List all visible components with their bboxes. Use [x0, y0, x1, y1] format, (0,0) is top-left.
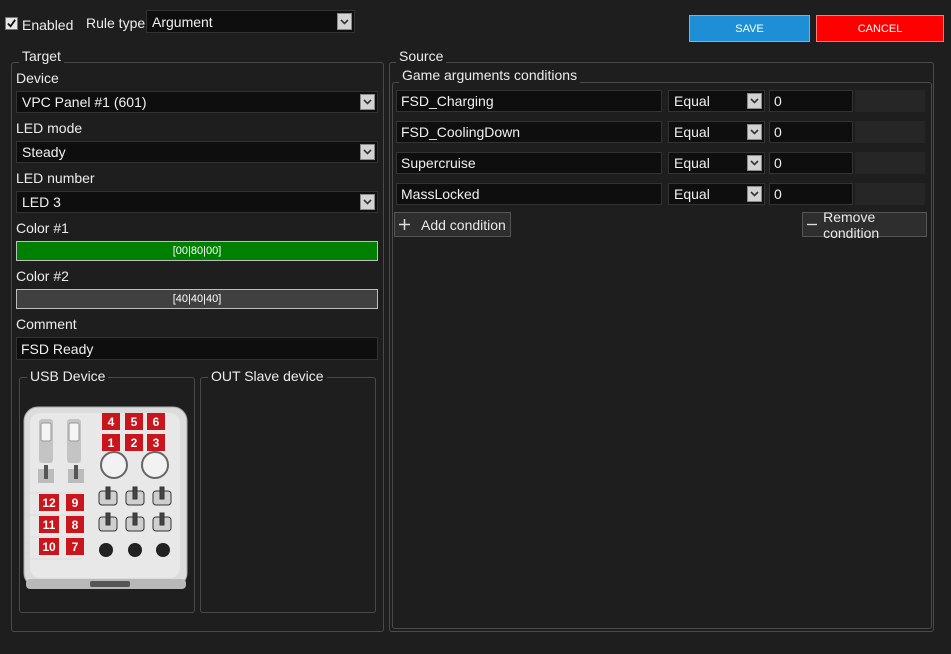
- panel-key-11: 11: [39, 516, 59, 533]
- color1-label: Color #1: [16, 220, 69, 236]
- condition-operator-select[interactable]: Equal: [668, 90, 765, 112]
- add-condition-button[interactable]: Add condition: [394, 212, 511, 237]
- panel-key-8: 8: [66, 516, 84, 533]
- panel-key-1: 1: [102, 434, 120, 451]
- remove-condition-label: Remove condition: [823, 208, 880, 241]
- led-mode-label: LED mode: [16, 120, 83, 136]
- minus-icon: [807, 223, 818, 226]
- condition-operator-select[interactable]: Equal: [668, 121, 765, 143]
- comment-label: Comment: [16, 316, 77, 332]
- chevron-down-icon: [747, 186, 762, 202]
- chevron-down-icon: [747, 155, 762, 171]
- color2-label: Color #2: [16, 268, 69, 284]
- panel-key-7: 7: [66, 538, 84, 555]
- color1-picker[interactable]: [00|80|00]: [16, 241, 378, 261]
- panel-key-2: 2: [125, 434, 143, 451]
- panel-key-10: 10: [39, 538, 59, 555]
- out-slave-title: OUT Slave device: [208, 368, 327, 384]
- led-number-select[interactable]: LED 3: [16, 191, 378, 213]
- chevron-down-icon: [360, 194, 375, 210]
- chevron-down-icon: [747, 93, 762, 109]
- device-label: Device: [16, 70, 59, 86]
- comment-input[interactable]: FSD Ready: [16, 337, 378, 360]
- add-condition-label: Add condition: [421, 216, 506, 233]
- condition-row-spacer: [855, 121, 925, 143]
- plus-icon: [399, 219, 410, 230]
- led-mode-value: Steady: [22, 144, 66, 160]
- remove-condition-button[interactable]: Remove condition: [802, 209, 927, 241]
- panel-key-12: 12: [39, 494, 59, 511]
- condition-name-input[interactable]: MassLocked: [396, 183, 662, 205]
- condition-row-spacer: [855, 152, 925, 174]
- led-mode-select[interactable]: Steady: [16, 141, 378, 163]
- rule-type-select[interactable]: Argument: [146, 10, 355, 33]
- check-icon: [7, 19, 16, 28]
- condition-value-input[interactable]: 0: [769, 90, 853, 112]
- cancel-button[interactable]: CANCEL: [816, 15, 944, 42]
- condition-row-spacer: [855, 183, 925, 205]
- target-group-title: Target: [19, 48, 64, 64]
- out-slave-group: [200, 377, 376, 613]
- condition-name-input[interactable]: FSD_Charging: [396, 90, 662, 112]
- panel-key-3: 3: [147, 434, 165, 451]
- color2-picker[interactable]: [40|40|40]: [16, 289, 378, 309]
- source-group-title: Source: [396, 48, 447, 64]
- conditions-group-title: Game arguments conditions: [399, 67, 581, 83]
- device-value: VPC Panel #1 (601): [22, 94, 147, 110]
- chevron-down-icon: [337, 13, 352, 30]
- condition-value-input[interactable]: 0: [769, 152, 853, 174]
- condition-operator-select[interactable]: Equal: [668, 152, 765, 174]
- condition-operator-select[interactable]: Equal: [668, 183, 765, 205]
- condition-row-spacer: [855, 90, 925, 112]
- panel-key-4: 4: [102, 413, 120, 430]
- panel-key-6: 6: [147, 413, 165, 430]
- usb-panel-image: 4 5 6 1 2 3 12 9 11 8 10 7: [22, 403, 193, 592]
- rule-type-label: Rule type: [86, 15, 146, 31]
- device-select[interactable]: VPC Panel #1 (601): [16, 91, 378, 113]
- save-button[interactable]: SAVE: [689, 15, 810, 42]
- led-number-label: LED number: [16, 170, 95, 186]
- panel-key-5: 5: [125, 413, 143, 430]
- enabled-checkbox[interactable]: [5, 17, 18, 30]
- rule-type-value: Argument: [152, 13, 213, 30]
- enabled-label: Enabled: [22, 17, 74, 33]
- condition-value-input[interactable]: 0: [769, 183, 853, 205]
- panel-key-9: 9: [66, 494, 84, 511]
- chevron-down-icon: [360, 94, 375, 110]
- usb-device-title: USB Device: [27, 368, 109, 384]
- condition-name-input[interactable]: Supercruise: [396, 152, 662, 174]
- chevron-down-icon: [360, 144, 375, 160]
- condition-value-input[interactable]: 0: [769, 121, 853, 143]
- chevron-down-icon: [747, 124, 762, 140]
- led-number-value: LED 3: [22, 194, 61, 210]
- condition-name-input[interactable]: FSD_CoolingDown: [396, 121, 662, 143]
